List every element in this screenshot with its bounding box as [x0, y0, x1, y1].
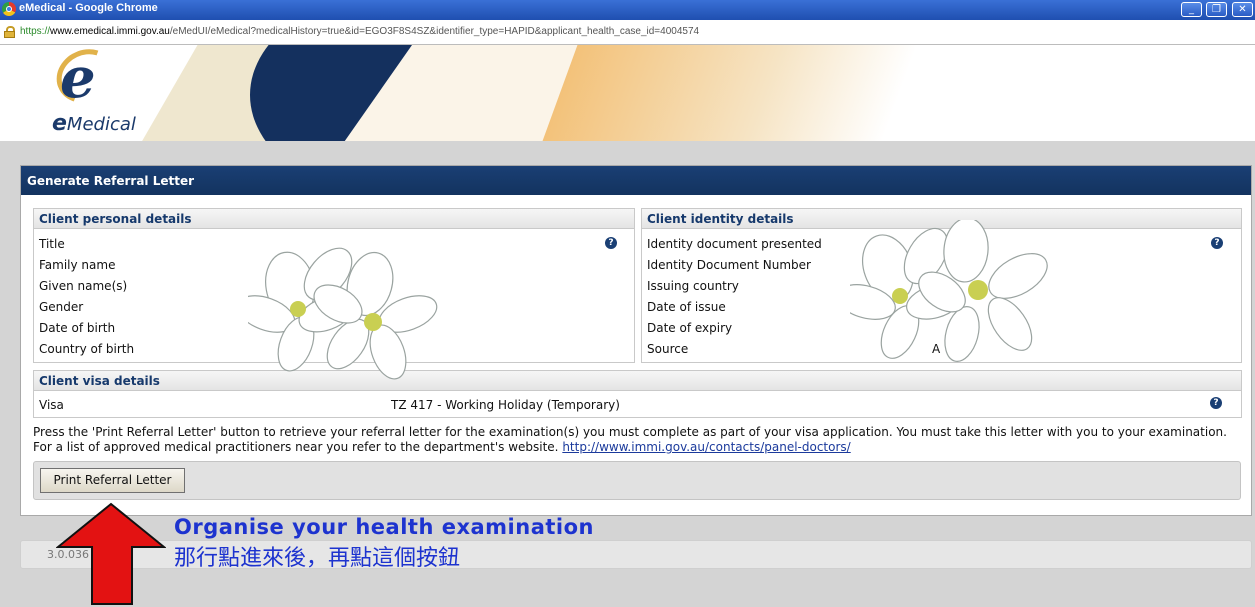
lock-icon	[4, 26, 15, 38]
identity-label-issue-date: Date of issue	[647, 300, 726, 314]
visa-label: Visa	[39, 398, 64, 412]
referral-panel: Generate Referral Letter Client personal…	[20, 165, 1252, 516]
window-title: eMedical - Google Chrome	[19, 2, 158, 14]
emedical-logo: eMedical	[52, 111, 136, 136]
personal-label-gender: Gender	[39, 300, 84, 314]
identity-label-source: Source	[647, 342, 689, 356]
url-text[interactable]: https://www.emedical.immi.gov.au/eMedUI/…	[20, 26, 699, 37]
identity-label-issuing-country: Issuing country	[647, 279, 739, 293]
logo-mark: e	[60, 45, 96, 111]
minimize-button[interactable]: _	[1181, 2, 1202, 17]
action-bar: Print Referral Letter	[33, 461, 1241, 500]
annotation-chinese: 那行點進來後，再點這個按鈕	[174, 546, 461, 571]
restore-button[interactable]: ❐	[1206, 2, 1227, 17]
red-arrow-annotation	[56, 502, 166, 605]
help-icon[interactable]: ?	[605, 237, 617, 249]
personal-details-title: Client personal details	[34, 209, 634, 229]
identity-source-value: A	[932, 342, 941, 356]
identity-label-number: Identity Document Number	[647, 258, 811, 272]
visa-details-title: Client visa details	[34, 371, 1241, 391]
identity-details-box: Client identity details Identity documen…	[641, 208, 1242, 363]
personal-label-title: Title	[39, 237, 65, 251]
identity-label-expiry-date: Date of expiry	[647, 321, 733, 335]
site-banner	[0, 45, 1255, 141]
personal-label-given-names: Given name(s)	[39, 279, 128, 293]
panel-doctors-link[interactable]: http://www.immi.gov.au/contacts/panel-do…	[562, 440, 850, 454]
personal-label-country: Country of birth	[39, 342, 135, 356]
personal-label-family-name: Family name	[39, 258, 116, 272]
identity-details-title: Client identity details	[642, 209, 1241, 229]
address-bar[interactable]: https://www.emedical.immi.gov.au/eMedUI/…	[0, 20, 1255, 45]
identity-label-document: Identity document presented	[647, 237, 822, 251]
window-titlebar: eMedical - Google Chrome _ ❐ ✕	[0, 0, 1255, 20]
print-referral-letter-button[interactable]: Print Referral Letter	[40, 468, 185, 493]
banner-swoosh	[542, 45, 918, 141]
visa-details-box: Client visa details Visa TZ 417 - Workin…	[33, 370, 1242, 418]
panel-title: Generate Referral Letter	[21, 166, 1251, 195]
instructions: Press the 'Print Referral Letter' button…	[33, 425, 1228, 455]
visa-value: TZ 417 - Working Holiday (Temporary)	[391, 398, 620, 412]
help-icon[interactable]: ?	[1210, 397, 1222, 409]
close-button[interactable]: ✕	[1232, 2, 1253, 17]
help-icon[interactable]: ?	[1211, 237, 1223, 249]
chrome-icon	[2, 2, 16, 16]
personal-details-box: Client personal details Title Family nam…	[33, 208, 635, 363]
annotation-english: Organise your health examination	[174, 515, 594, 539]
personal-label-dob: Date of birth	[39, 321, 116, 335]
